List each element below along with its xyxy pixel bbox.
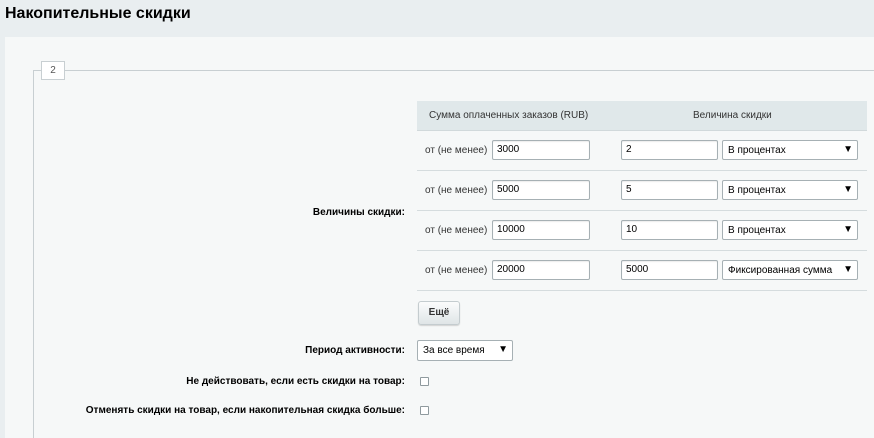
option2-label: Отменять скидки на товар, если накопител… (85, 405, 405, 416)
period-label: Период активности: (305, 345, 405, 356)
discounts-table-header: Сумма оплаченных заказов (RUB) Величина … (417, 101, 867, 131)
header-sum: Сумма оплаченных заказов (RUB) (429, 110, 589, 121)
triangle-down-icon: ▼ (843, 224, 853, 235)
tab-border-left (33, 70, 34, 438)
from-label: от (не менее) (425, 265, 488, 276)
type-select[interactable]: В процентах ▼ (722, 220, 858, 240)
sum-input[interactable]: 5000 (492, 180, 590, 200)
sum-input[interactable]: 20000 (492, 260, 590, 280)
type-select[interactable]: Фиксированная сумма ▼ (722, 260, 858, 280)
option2-checkbox[interactable] (420, 406, 429, 415)
value-input[interactable]: 5000 (621, 260, 718, 280)
type-select[interactable]: В процентах ▼ (722, 180, 858, 200)
value-input[interactable]: 5 (621, 180, 718, 200)
tab-border-top (65, 70, 874, 71)
period-select[interactable]: За все время ▼ (417, 340, 513, 361)
type-select[interactable]: В процентах ▼ (722, 140, 858, 160)
table-row: от (не менее) 10000 10 В процентах ▼ (417, 211, 867, 251)
tab-2[interactable]: 2 (41, 61, 65, 80)
value-input[interactable]: 10 (621, 220, 718, 240)
discounts-label: Величины скидки: (312, 207, 405, 218)
triangle-down-icon: ▼ (843, 264, 853, 275)
period-select-value: За все время (423, 345, 485, 356)
from-label: от (не менее) (425, 185, 488, 196)
type-select-value: В процентах (728, 185, 786, 196)
type-select-value: В процентах (728, 145, 786, 156)
header-value: Величина скидки (693, 110, 772, 121)
sum-input[interactable]: 3000 (492, 140, 590, 160)
sum-input[interactable]: 10000 (492, 220, 590, 240)
value-input[interactable]: 2 (621, 140, 718, 160)
type-select-value: Фиксированная сумма (728, 265, 833, 276)
table-row: от (не менее) 3000 2 В процентах ▼ (417, 131, 867, 171)
page-title: Накопительные скидки (5, 5, 191, 22)
option1-checkbox[interactable] (420, 377, 429, 386)
from-label: от (не менее) (425, 145, 488, 156)
from-label: от (не менее) (425, 225, 488, 236)
table-row: от (не менее) 5000 5 В процентах ▼ (417, 171, 867, 211)
tab-border-top-left (33, 70, 41, 71)
triangle-down-icon: ▼ (843, 144, 853, 155)
option1-label: Не действовать, если есть скидки на това… (186, 376, 405, 387)
triangle-down-icon: ▼ (843, 184, 853, 195)
triangle-down-icon: ▼ (498, 344, 508, 355)
more-button[interactable]: Ещё (418, 301, 460, 325)
table-row: от (не менее) 20000 5000 Фиксированная с… (417, 251, 867, 291)
type-select-value: В процентах (728, 225, 786, 236)
